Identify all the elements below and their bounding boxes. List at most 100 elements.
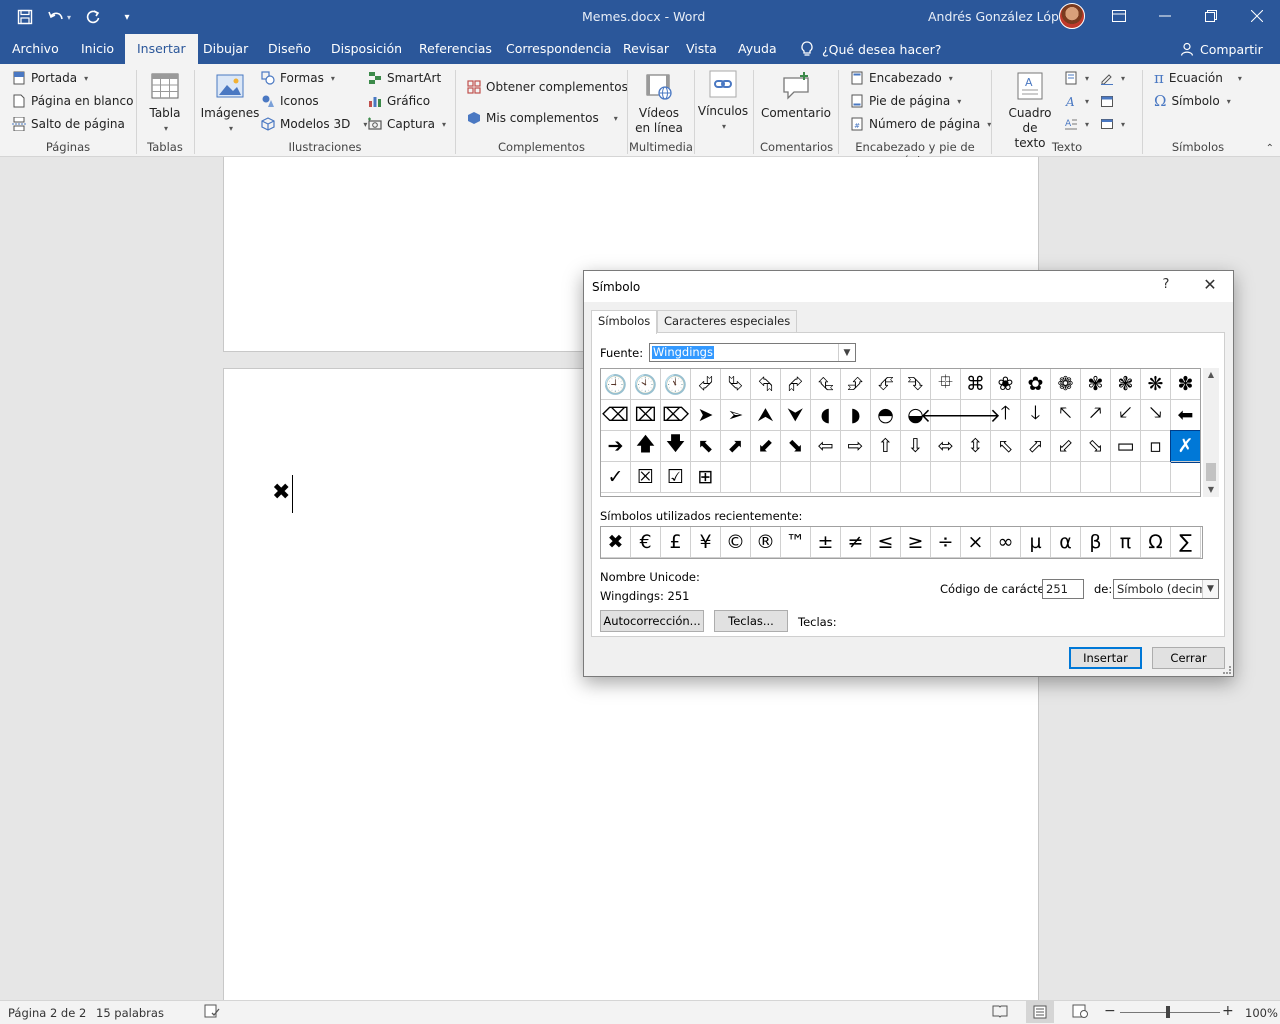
help-button[interactable]: ?: [1152, 277, 1180, 297]
symbol-cell[interactable]: ✽: [1171, 369, 1200, 400]
symbol-cell[interactable]: ⮱: [721, 369, 751, 400]
obtener-complementos-button[interactable]: Obtener complementos: [467, 77, 628, 97]
dialog-close-icon[interactable]: ✕: [1196, 275, 1224, 299]
tab-inicio[interactable]: Inicio: [69, 34, 126, 64]
symbol-cell[interactable]: 🡒: [950, 400, 1001, 431]
zoom-level[interactable]: 100%: [1245, 1006, 1278, 1020]
symbol-cell[interactable]: ✾: [1081, 369, 1111, 400]
recent-symbol-cell[interactable]: Ω: [1141, 527, 1171, 558]
numero-de-pagina-button[interactable]: # Número de página ▾: [850, 114, 991, 134]
symbol-cell[interactable]: ⬅: [1171, 400, 1200, 431]
object-button[interactable]: ▾: [1100, 114, 1125, 134]
symbol-cell[interactable]: [1051, 462, 1081, 493]
recent-symbol-cell[interactable]: €: [631, 527, 661, 558]
user-name[interactable]: Andrés González López: [928, 9, 1073, 24]
tab-referencias[interactable]: Referencias: [407, 34, 504, 64]
recent-symbol-cell[interactable]: ×: [961, 527, 991, 558]
symbol-cell[interactable]: 🡇: [661, 431, 691, 462]
symbol-cell[interactable]: ⌦: [661, 400, 691, 431]
tab-insertar[interactable]: Insertar: [125, 34, 198, 64]
captura-button[interactable]: Captura ▾: [368, 114, 446, 134]
collapse-ribbon-icon[interactable]: ⌃: [1266, 143, 1274, 154]
symbol-cell[interactable]: [1141, 462, 1171, 493]
symbol-cell[interactable]: ⇧: [871, 431, 901, 462]
recent-symbol-cell[interactable]: ¥: [691, 527, 721, 558]
symbol-cell[interactable]: [811, 462, 841, 493]
symbol-cell[interactable]: [1111, 462, 1141, 493]
redo-icon[interactable]: [78, 2, 108, 32]
proofing-icon[interactable]: [204, 1004, 220, 1021]
tab-caracteres-especiales[interactable]: Caracteres especiales: [657, 310, 798, 333]
close-icon[interactable]: [1234, 0, 1280, 32]
chevron-down-icon[interactable]: ▼: [838, 344, 855, 361]
symbol-cell[interactable]: 🡔: [1051, 400, 1081, 431]
symbol-cell[interactable]: ⮟: [781, 400, 811, 431]
recent-symbol-cell[interactable]: ∑: [1171, 527, 1201, 558]
quick-parts-button[interactable]: ▾: [1064, 68, 1089, 88]
symbol-cell[interactable]: 🕙: [631, 369, 661, 400]
autocorrect-button[interactable]: Autocorrección...: [600, 610, 704, 632]
chevron-down-icon[interactable]: ▼: [1202, 580, 1218, 598]
symbol-cell[interactable]: [931, 462, 961, 493]
symbol-grid-scrollbar[interactable]: ▲ ▼: [1203, 368, 1219, 497]
wordart-button[interactable]: A ▾: [1064, 91, 1089, 111]
tabla-button[interactable]: Tabla ▾: [146, 70, 184, 136]
minimize-icon[interactable]: [1142, 0, 1188, 32]
tab-diseno[interactable]: Diseño: [256, 34, 323, 64]
recent-symbol-cell[interactable]: ®: [751, 527, 781, 558]
symbol-cell[interactable]: ❃: [1111, 369, 1141, 400]
recent-symbol-cell[interactable]: ✖: [601, 527, 631, 558]
symbol-cell[interactable]: ⬄: [931, 431, 961, 462]
ribbon-display-icon[interactable]: [1096, 0, 1142, 32]
recent-symbol-cell[interactable]: ∞: [991, 527, 1021, 558]
zoom-slider-thumb[interactable]: [1166, 1006, 1170, 1018]
symbol-cell[interactable]: ⬂: [1081, 431, 1111, 462]
tab-correspondencia[interactable]: Correspondencia: [494, 34, 623, 64]
insert-button[interactable]: Insertar: [1069, 647, 1142, 669]
dialog-title-bar[interactable]: Símbolo ? ✕: [584, 271, 1233, 302]
symbol-cell[interactable]: 🡗: [1111, 400, 1141, 431]
recent-symbol-cell[interactable]: ©: [721, 527, 751, 558]
symbol-cell[interactable]: [781, 462, 811, 493]
formas-button[interactable]: Formas ▾: [261, 68, 335, 88]
videos-en-linea-button[interactable]: Vídeos en línea: [634, 70, 684, 136]
pie-de-pagina-button[interactable]: Pie de página ▾: [850, 91, 961, 111]
recent-symbol-cell[interactable]: ™: [781, 527, 811, 558]
symbol-cell[interactable]: ▫: [1141, 431, 1171, 462]
comentario-button[interactable]: Comentario: [760, 70, 832, 121]
tab-dibujar[interactable]: Dibujar: [191, 34, 260, 64]
symbol-cell[interactable]: ⌘: [961, 369, 991, 400]
save-icon[interactable]: [10, 2, 40, 32]
zoom-slider[interactable]: [1120, 1012, 1220, 1013]
from-select[interactable]: Símbolo (decimal) ▼: [1113, 579, 1219, 599]
share-button[interactable]: Compartir: [1180, 34, 1263, 64]
mis-complementos-button[interactable]: Mis complementos ▾: [467, 108, 618, 128]
recent-symbol-cell[interactable]: ≠: [841, 527, 871, 558]
symbol-cell[interactable]: ⬁: [991, 431, 1021, 462]
symbol-cell[interactable]: ⮵: [841, 369, 871, 400]
font-select[interactable]: Wingdings ▼: [649, 343, 856, 362]
symbol-cell[interactable]: ⮳: [781, 369, 811, 400]
iconos-button[interactable]: Iconos: [261, 91, 319, 111]
restore-icon[interactable]: [1188, 0, 1234, 32]
char-code-input[interactable]: 251: [1042, 579, 1084, 599]
symbol-cell[interactable]: [961, 462, 991, 493]
symbol-cell[interactable]: ➤: [691, 400, 721, 431]
symbol-cell[interactable]: [1021, 462, 1051, 493]
symbol-cell[interactable]: 🡖: [1141, 400, 1171, 431]
symbol-cell[interactable]: ⬃: [1051, 431, 1081, 462]
recent-symbol-cell[interactable]: α: [1051, 527, 1081, 558]
symbol-cell[interactable]: ⇳: [961, 431, 991, 462]
imagenes-button[interactable]: Imágenes ▾: [201, 70, 259, 136]
symbol-cell[interactable]: 🡅: [631, 431, 661, 462]
symbol-cell[interactable]: ✓: [601, 462, 631, 493]
date-time-button[interactable]: [1100, 91, 1114, 111]
symbol-cell[interactable]: 🕘: [601, 369, 631, 400]
symbol-cell[interactable]: ▭: [1111, 431, 1141, 462]
undo-icon[interactable]: ▾: [44, 2, 74, 32]
portada-button[interactable]: Portada ▾: [12, 68, 88, 88]
print-layout-icon[interactable]: [1026, 1001, 1054, 1023]
scroll-down-icon[interactable]: ▼: [1203, 483, 1219, 497]
symbol-cell[interactable]: ❀: [991, 369, 1021, 400]
zoom-out-button[interactable]: −: [1104, 1003, 1116, 1019]
